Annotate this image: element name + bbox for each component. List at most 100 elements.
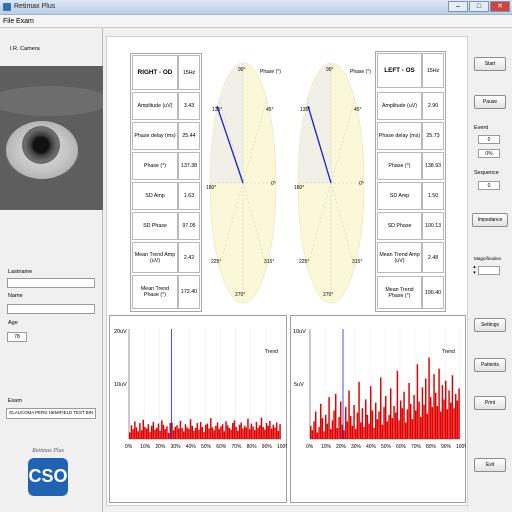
menu-exam[interactable]: Exam: [16, 18, 34, 25]
left-trend-y-mid: 5uV: [294, 382, 304, 388]
left-mean-trend-amp-label: Mean Trend Amp (uV): [377, 242, 422, 273]
right-trend-bar: [145, 428, 148, 439]
right-polar-225-label: 225°: [211, 259, 221, 265]
left-trend-bar: [343, 430, 345, 439]
right-mean-trend-phase-label: Mean Trend Phase (°): [132, 275, 178, 309]
lastname-field[interactable]: [7, 278, 95, 288]
left-trend-bar: [360, 422, 362, 439]
left-polar-45-label: 45°: [354, 107, 362, 113]
close-button[interactable]: ✕: [490, 1, 510, 12]
right-mean-trend-amp-value: 2.42: [178, 242, 200, 273]
left-trend-bar: [410, 403, 412, 439]
right-trend-x-tick: 20%: [155, 444, 166, 450]
left-trend-bar: [366, 414, 369, 439]
right-trend-bar: [144, 426, 146, 439]
right-trend-bar: [240, 422, 242, 439]
menu-file[interactable]: File: [3, 18, 14, 25]
right-trend-bar: [243, 425, 246, 439]
right-trend-bar: [194, 428, 197, 439]
left-trend-bar: [348, 390, 350, 439]
left-sd-phase-label: SD Phase: [377, 212, 422, 240]
left-trend-bar: [346, 421, 349, 439]
magnification-field[interactable]: [478, 266, 500, 275]
right-trend-bar: [257, 428, 259, 439]
magnification-spinner-icon[interactable]: ▴ ▾: [472, 264, 477, 276]
right-trend-bar: [272, 424, 275, 439]
right-trend-bar: [149, 431, 151, 439]
right-phase-delay-value: 25.44: [178, 122, 200, 150]
sequence-field: 0: [478, 181, 500, 190]
left-trend-label: Trend: [442, 349, 455, 355]
right-trend-bar: [196, 423, 199, 439]
left-trend-bar: [323, 431, 325, 439]
right-trend-x-tick: 10%: [140, 444, 151, 450]
right-trend-bar: [134, 421, 136, 439]
right-trend-bar: [176, 425, 178, 439]
right-trend-bar: [198, 429, 200, 439]
left-trend-bar: [396, 370, 399, 439]
impedance-button[interactable]: Impedance: [472, 213, 508, 227]
polar-charts: 90° Phase (°) 45° 0° 315° 270° 225° 180°…: [206, 62, 371, 304]
title-bar: Retimax Plus – □ ✕: [0, 0, 512, 15]
right-trend-bar: [193, 430, 195, 439]
right-trend-bar: [139, 423, 141, 439]
maximize-button[interactable]: □: [469, 1, 489, 12]
start-button[interactable]: Start: [474, 57, 506, 71]
print-button[interactable]: Print: [474, 396, 506, 410]
left-trend-x-tick: 70%: [411, 444, 422, 450]
left-trend-bar: [345, 407, 347, 439]
right-trend-bar: [267, 425, 269, 439]
left-trend-bar: [403, 391, 405, 439]
settings-button[interactable]: Settings: [474, 318, 506, 332]
left-trend-bar: [355, 429, 357, 439]
left-polar-315-label: 315°: [352, 259, 362, 265]
right-phase-value: 137.38: [178, 152, 200, 180]
left-trend-bar: [420, 417, 422, 439]
left-trend-bar: [321, 418, 324, 439]
right-amplitude-value: 3.43: [178, 92, 200, 120]
exam-field[interactable]: GLAUCOMA PERG HEMIFIELD TEST BIN: [6, 408, 96, 419]
right-trend-bar: [156, 428, 158, 439]
name-field[interactable]: [7, 304, 95, 314]
magnification-label: Magnification: [474, 256, 502, 261]
left-trend-bar: [368, 423, 370, 439]
right-trend-bar: [161, 420, 163, 439]
right-trend-bar: [226, 425, 229, 439]
left-trend-bar: [326, 423, 329, 439]
left-trend-x-ticks: 0% 10% 20% 30% 40% 50% 60% 70% 80% 90% 100%: [306, 444, 466, 450]
pause-button[interactable]: Pause: [474, 95, 506, 109]
right-trend-bar: [205, 424, 207, 439]
patients-button[interactable]: Patients: [474, 358, 506, 372]
left-polar-title: Phase (°): [350, 69, 371, 75]
minimize-button[interactable]: –: [448, 1, 468, 12]
left-trend-bar: [383, 407, 385, 439]
right-trend-bar: [259, 425, 261, 439]
right-trend-chart: 20uV 10uV Trend 0% 10% 20% 30% 40% 50% 60% 70% 8…: [109, 315, 287, 503]
left-trend-bar: [426, 413, 429, 439]
right-polar-270-label: 270°: [235, 292, 245, 298]
right-trend-bar: [230, 429, 232, 439]
right-polar-135-label: 135°: [212, 107, 222, 113]
right-trend-bar: [210, 418, 212, 439]
left-trend-bar: [400, 400, 402, 439]
left-mean-trend-phase-label: Mean Trend Phase (°): [377, 276, 422, 309]
left-trend-bar: [388, 414, 390, 439]
right-trend-bar: [174, 426, 177, 439]
right-trend-bar: [183, 431, 185, 439]
left-eye-table: LEFT - OS 15Hz Amplitude (uV) 2.90 Phase…: [375, 51, 446, 312]
right-trend-bar: [203, 431, 205, 439]
left-trend-x-tick: 80%: [426, 444, 437, 450]
right-trend-bar: [162, 424, 165, 439]
window-controls: – □ ✕: [448, 1, 510, 12]
right-trend-bar: [191, 425, 193, 439]
right-trend-bar: [189, 419, 192, 439]
age-field[interactable]: 78: [7, 332, 27, 342]
right-trend-x-tick: 90%: [262, 444, 273, 450]
name-label: Name: [8, 293, 23, 299]
right-trend-x-tick: 40%: [186, 444, 197, 450]
right-trend-bar: [265, 423, 268, 439]
left-trend-bar: [391, 418, 394, 439]
left-trend-bar: [363, 426, 365, 439]
left-polar-0-label: 0°: [359, 181, 364, 187]
exit-button[interactable]: Exit: [474, 458, 506, 472]
